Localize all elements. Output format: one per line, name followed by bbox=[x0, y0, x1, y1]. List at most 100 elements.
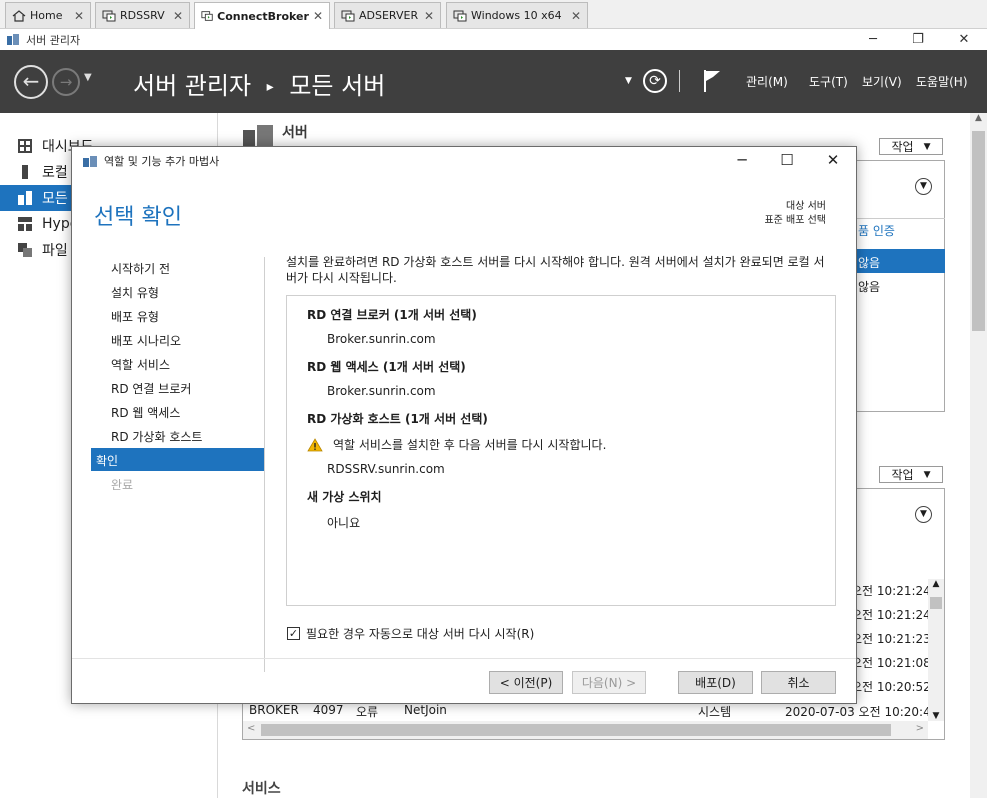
server-manager-header: ← → ▼ 서버 관리자 ▸ 모든 서버 ▼ ⟳ 관리(M) 도구(T) 보기(… bbox=[0, 50, 987, 113]
breadcrumb-root[interactable]: 서버 관리자 bbox=[133, 72, 251, 100]
breadcrumb-separator-icon: ▸ bbox=[266, 79, 274, 95]
wizard-nav-installation-type[interactable]: 설치 유형 bbox=[111, 284, 159, 301]
wizard-icon bbox=[83, 156, 97, 167]
menu-view[interactable]: 보기(V) bbox=[862, 73, 902, 90]
services-section-title: 서비스 bbox=[242, 781, 281, 797]
auto-restart-checkbox[interactable]: ✓ bbox=[287, 627, 300, 640]
tab-label: RDSSRV bbox=[120, 9, 165, 22]
tab-adserver[interactable]: ADSERVER ✕ bbox=[334, 2, 441, 28]
events-hscrollbar[interactable]: < > bbox=[243, 721, 928, 739]
vm-icon bbox=[102, 10, 116, 21]
tab-home[interactable]: Home ✕ bbox=[5, 2, 91, 28]
previous-button[interactable]: < 이전(P) bbox=[489, 671, 563, 694]
scroll-down-icon[interactable]: ▼ bbox=[928, 711, 944, 721]
event-time: 오전 10:20:52 bbox=[851, 680, 931, 694]
wizard-close-button[interactable]: ✕ bbox=[823, 151, 843, 169]
file-services-icon bbox=[18, 243, 32, 257]
sidebar-item-label: 모든 bbox=[42, 191, 68, 207]
expand-chevron-icon[interactable]: ▼ bbox=[915, 178, 932, 195]
breadcrumb-current: 모든 서버 bbox=[289, 72, 386, 100]
wizard-title: 역할 및 기능 추가 마법사 bbox=[104, 155, 220, 168]
wizard-nav-rd-connection-broker[interactable]: RD 연결 브로커 bbox=[111, 380, 191, 397]
auto-restart-option[interactable]: ✓ 필요한 경우 자동으로 대상 서버 다시 시작(R) bbox=[287, 625, 534, 642]
server-manager-icon bbox=[7, 34, 19, 45]
forward-button[interactable]: → bbox=[52, 68, 80, 96]
wizard-nav-before-you-begin[interactable]: 시작하기 전 bbox=[111, 260, 170, 277]
rd-connection-broker-server: Broker.sunrin.com bbox=[327, 332, 436, 346]
wizard-nav-rd-virtualization-host[interactable]: RD 가상화 호스트 bbox=[111, 428, 202, 445]
menu-help[interactable]: 도움말(H) bbox=[916, 73, 968, 90]
events-scrollbar[interactable]: ▲ ▼ bbox=[928, 579, 944, 721]
event-datetime: 2020-07-03 오전 10:20:47 bbox=[785, 705, 939, 719]
rd-virtualization-host-heading: RD 가상화 호스트 (1개 서버 선택) bbox=[307, 412, 488, 426]
wizard-nav-deployment-scenario[interactable]: 배포 시나리오 bbox=[111, 332, 181, 349]
wizard-nav-deployment-type[interactable]: 배포 유형 bbox=[111, 308, 159, 325]
menu-manage[interactable]: 관리(M) bbox=[746, 73, 788, 90]
back-button[interactable]: ← bbox=[14, 65, 48, 99]
scroll-right-icon[interactable]: > bbox=[916, 723, 924, 734]
wizard-nav-completion: 완료 bbox=[111, 478, 134, 492]
cancel-button[interactable]: 취소 bbox=[761, 671, 836, 694]
sidebar-item-label: 로컬 bbox=[42, 165, 68, 181]
wizard-minimize-button[interactable]: ─ bbox=[732, 151, 752, 169]
deploy-button[interactable]: 배포(D) bbox=[678, 671, 753, 694]
wizard-heading: 선택 확인 bbox=[94, 205, 182, 230]
rd-web-access-server: Broker.sunrin.com bbox=[327, 384, 436, 398]
main-scrollbar-thumb[interactable] bbox=[972, 131, 985, 331]
wizard-maximize-button[interactable]: ☐ bbox=[777, 151, 797, 169]
confirmation-summary-box: RD 연결 브로커 (1개 서버 선택) Broker.sunrin.com R… bbox=[286, 295, 836, 606]
auth-cell[interactable]: 않음 bbox=[858, 254, 880, 271]
window-title: 서버 관리자 bbox=[26, 33, 81, 47]
destination-server-value: 표준 배포 선택 bbox=[764, 215, 826, 226]
rd-web-access-heading: RD 웹 액세스 (1개 서버 선택) bbox=[307, 360, 466, 374]
close-icon[interactable]: ✕ bbox=[74, 9, 84, 23]
tasks-label: 작업 bbox=[891, 140, 914, 154]
scroll-left-icon[interactable]: < bbox=[247, 723, 255, 734]
tab-windows10[interactable]: Windows 10 x64 ✕ bbox=[446, 2, 588, 28]
vm-tab-bar: Home ✕ RDSSRV ✕ ConnectBroker ✕ ADSERVER… bbox=[0, 0, 987, 29]
close-icon[interactable]: ✕ bbox=[313, 9, 323, 23]
main-scrollbar[interactable]: ▲ bbox=[970, 113, 987, 798]
expand-chevron-icon[interactable]: ▼ bbox=[915, 506, 932, 523]
menu-tools[interactable]: 도구(T) bbox=[809, 73, 848, 90]
wizard-divider bbox=[264, 257, 265, 672]
tab-rdssrv[interactable]: RDSSRV ✕ bbox=[95, 2, 190, 28]
notifications-flag-icon[interactable] bbox=[703, 69, 721, 93]
wizard-nav-role-services[interactable]: 역할 서비스 bbox=[111, 356, 170, 373]
rd-virtualization-host-server: RDSSRV.sunrin.com bbox=[327, 462, 445, 476]
auth-cell[interactable]: 않음 bbox=[858, 278, 880, 295]
restart-warning: 역할 서비스를 설치한 후 다음 서버를 다시 시작합니다. bbox=[307, 436, 606, 453]
minimize-button[interactable]: ─ bbox=[850, 29, 896, 50]
tab-label: ADSERVER bbox=[359, 9, 419, 22]
scrollbar-thumb[interactable] bbox=[930, 597, 942, 609]
close-icon[interactable]: ✕ bbox=[424, 9, 434, 23]
breadcrumb: 서버 관리자 ▸ 모든 서버 bbox=[133, 66, 385, 101]
close-icon[interactable]: ✕ bbox=[173, 9, 183, 23]
restore-button[interactable]: ❐ bbox=[895, 29, 941, 50]
refresh-icon[interactable]: ⟳ bbox=[643, 69, 667, 93]
vm-icon bbox=[201, 11, 213, 21]
event-time: 오전 10:21:24 bbox=[851, 584, 931, 598]
hscrollbar-thumb[interactable] bbox=[261, 724, 891, 736]
wizard-nav-rd-web-access[interactable]: RD 웹 액세스 bbox=[111, 404, 180, 421]
tasks-button-top[interactable]: 작업 ▼ bbox=[879, 138, 943, 155]
column-header-auth[interactable]: 품 인증 bbox=[858, 222, 895, 239]
event-time: 오전 10:21:23 bbox=[851, 632, 931, 646]
servers-icon bbox=[18, 191, 32, 205]
scroll-up-icon[interactable]: ▲ bbox=[970, 113, 987, 123]
tab-label: ConnectBroker bbox=[217, 9, 309, 23]
close-window-button[interactable]: ✕ bbox=[941, 29, 987, 50]
chevron-down-icon: ▼ bbox=[923, 469, 931, 480]
scroll-up-icon[interactable]: ▲ bbox=[928, 579, 944, 589]
history-dropdown-icon[interactable]: ▼ bbox=[84, 72, 92, 83]
arrow-left-icon: ← bbox=[22, 69, 40, 93]
close-icon[interactable]: ✕ bbox=[571, 9, 581, 23]
auto-restart-label[interactable]: 필요한 경우 자동으로 대상 서버 다시 시작(R) bbox=[306, 625, 534, 642]
event-log: 시스템 bbox=[698, 705, 732, 719]
refresh-dropdown-icon[interactable]: ▼ bbox=[625, 76, 632, 86]
next-button[interactable]: 다음(N) > bbox=[572, 671, 646, 694]
wizard-footer-separator bbox=[72, 658, 856, 659]
tasks-button-events[interactable]: 작업 ▼ bbox=[879, 466, 943, 483]
wizard-nav-confirmation[interactable]: 확인 bbox=[96, 452, 118, 469]
tab-connectbroker[interactable]: ConnectBroker ✕ bbox=[194, 2, 330, 29]
